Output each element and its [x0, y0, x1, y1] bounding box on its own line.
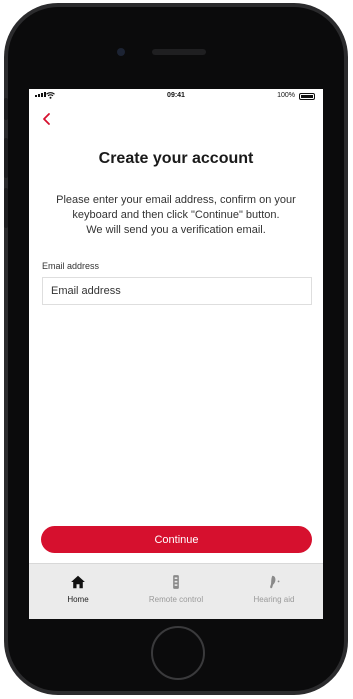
- battery-percent: 100%: [277, 92, 295, 99]
- app-screen: 09:41 100% Create your account Please en…: [29, 89, 323, 619]
- instructions-text: Please enter your email address, confirm…: [35, 193, 317, 238]
- instructions-line-3: We will send you a verification email.: [86, 224, 266, 236]
- tab-home-label: Home: [67, 595, 89, 604]
- continue-button[interactable]: Continue: [41, 526, 312, 553]
- remote-control-icon: [173, 575, 179, 589]
- status-bar: 09:41 100%: [29, 89, 323, 103]
- page-title: Create your account: [98, 150, 254, 167]
- instructions-line-2: keyboard and then click "Continue" butto…: [72, 209, 280, 221]
- volume-down-button: [4, 188, 8, 228]
- tab-bar: Home Remote control Hearing aid: [29, 563, 323, 619]
- tab-home[interactable]: Home: [29, 564, 127, 619]
- tab-hearing-aid-label: Hearing aid: [253, 595, 295, 604]
- hearing-aid-icon: [270, 575, 280, 589]
- chevron-left-icon[interactable]: [39, 111, 55, 127]
- email-label: Email address: [42, 261, 100, 271]
- volume-up-button: [4, 138, 8, 178]
- home-icon: [71, 575, 85, 589]
- mute-switch: [4, 98, 8, 120]
- email-field[interactable]: [42, 277, 312, 305]
- front-camera: [117, 48, 125, 56]
- tab-remote-control[interactable]: Remote control: [127, 564, 225, 619]
- earpiece-speaker: [152, 49, 206, 55]
- battery-icon: [299, 93, 315, 100]
- instructions-line-1: Please enter your email address, confirm…: [56, 194, 296, 206]
- tab-remote-control-label: Remote control: [148, 595, 204, 604]
- tab-hearing-aid[interactable]: Hearing aid: [225, 564, 323, 619]
- home-hardware-button[interactable]: [151, 626, 205, 680]
